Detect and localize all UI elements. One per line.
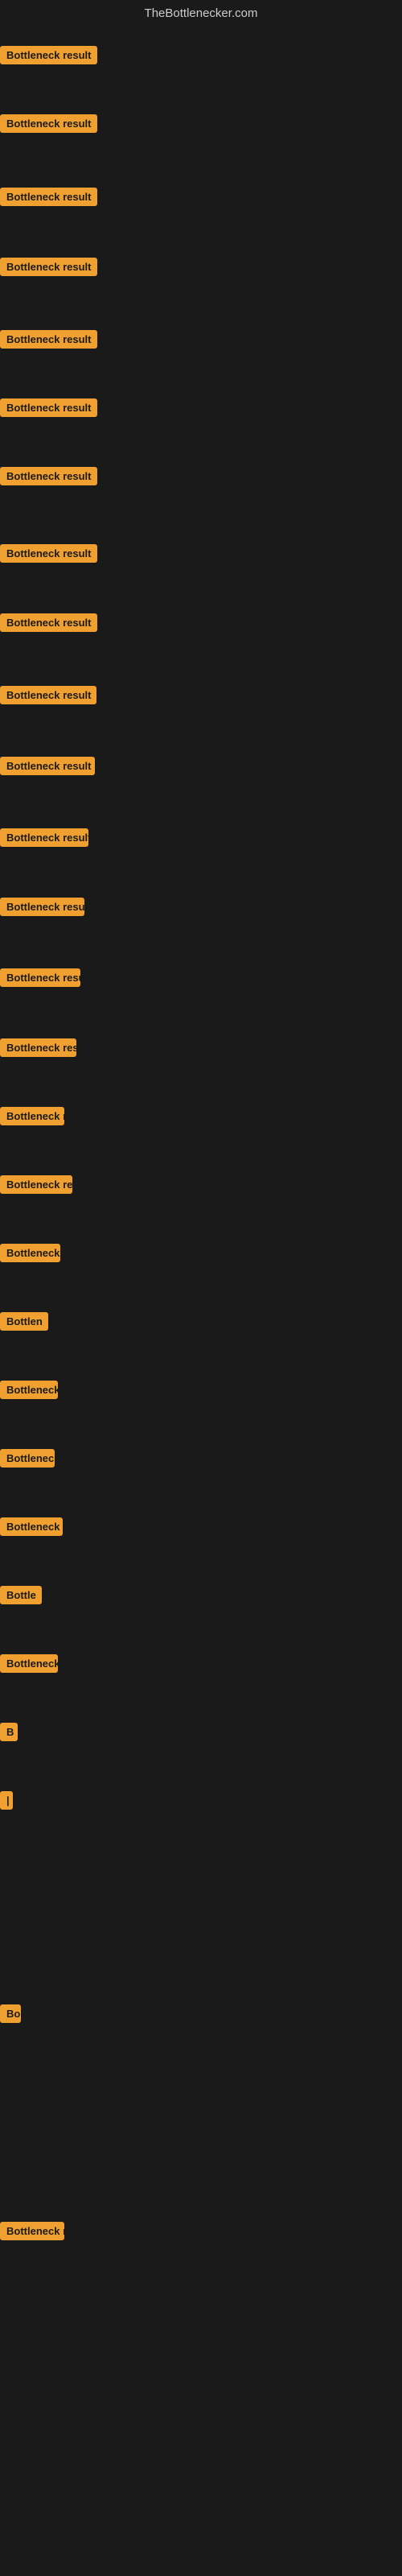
bottleneck-badge[interactable]: Bottleneck result [0,258,97,276]
bottleneck-item: Bottleneck resu [0,1175,72,1198]
bottleneck-item: Bottleneck result [0,544,97,567]
bottleneck-item: | [0,1791,13,1814]
bottleneck-item: Bottleneck result [0,46,97,68]
bottleneck-badge[interactable]: Bottleneck [0,1654,58,1673]
bottleneck-badge[interactable]: Bottleneck result [0,330,97,349]
bottleneck-badge[interactable]: Bo [0,2004,21,2023]
bottleneck-item: Bottleneck [0,1654,58,1677]
bottleneck-badge[interactable]: Bottleneck result [0,757,95,775]
bottleneck-item: Bottleneck result [0,467,97,489]
bottleneck-badge[interactable]: Bottlenec [0,1449,55,1468]
bottleneck-item: Bottleneck result [0,188,97,210]
bottleneck-item: Bottleneck result [0,114,97,137]
bottleneck-item: Bottleneck r [0,1517,63,1540]
bottleneck-badge[interactable]: Bottleneck result [0,828,88,847]
bottleneck-item: Bottlen [0,1312,48,1335]
bottleneck-item: Bottleneck result [0,828,88,851]
bottleneck-badge[interactable]: Bottleneck r [0,2222,64,2240]
bottleneck-badge[interactable]: Bottleneck resul [0,1038,76,1057]
bottleneck-badge[interactable]: Bottleneck [0,1244,60,1262]
bottleneck-item: Bo [0,2004,21,2027]
bottleneck-badge[interactable]: Bottleneck result [0,968,80,987]
bottleneck-badge[interactable]: Bottleneck result [0,114,97,133]
bottleneck-item: Bottleneck result [0,613,97,636]
bottleneck-badge[interactable]: Bottleneck result [0,544,97,563]
bottleneck-badge[interactable]: Bottleneck result [0,613,97,632]
bottleneck-badge[interactable]: Bottleneck result [0,46,97,64]
bottleneck-badge[interactable]: Bottleneck r [0,1517,63,1536]
bottleneck-item: Bottleneck r [0,1107,64,1129]
bottleneck-badge[interactable]: Bottleneck result [0,188,97,206]
bottleneck-item: Bottleneck result [0,898,84,920]
bottleneck-badge[interactable]: Bottleneck result [0,898,84,916]
bottleneck-badge[interactable]: Bottleneck result [0,686,96,704]
bottleneck-badge[interactable]: Bottleneck result [0,398,97,417]
bottleneck-badge[interactable]: Bottle [0,1586,42,1604]
bottleneck-badge[interactable]: | [0,1791,13,1810]
bottleneck-item: Bottle [0,1586,42,1608]
bottleneck-item: Bottleneck result [0,686,96,708]
bottleneck-item: Bottleneck result [0,398,97,421]
bottleneck-item: Bottlenec [0,1449,55,1472]
bottleneck-badge[interactable]: Bottleneck [0,1381,58,1399]
bottleneck-badge[interactable]: Bottleneck result [0,467,97,485]
bottleneck-badge[interactable]: B [0,1723,18,1741]
bottleneck-item: Bottleneck result [0,968,80,991]
site-title: TheBottlenecker.com [145,6,258,20]
site-header: TheBottlenecker.com [0,0,402,23]
bottleneck-item: B [0,1723,18,1745]
bottleneck-item: Bottleneck result [0,330,97,353]
bottleneck-item: Bottleneck result [0,757,95,779]
bottleneck-item: Bottleneck [0,1381,58,1403]
bottleneck-item: Bottleneck result [0,258,97,280]
bottleneck-badge[interactable]: Bottlen [0,1312,48,1331]
bottleneck-badge[interactable]: Bottleneck resu [0,1175,72,1194]
bottleneck-item: Bottleneck r [0,2222,64,2244]
bottleneck-item: Bottleneck resul [0,1038,76,1061]
bottleneck-badge[interactable]: Bottleneck r [0,1107,64,1125]
bottleneck-item: Bottleneck [0,1244,60,1266]
